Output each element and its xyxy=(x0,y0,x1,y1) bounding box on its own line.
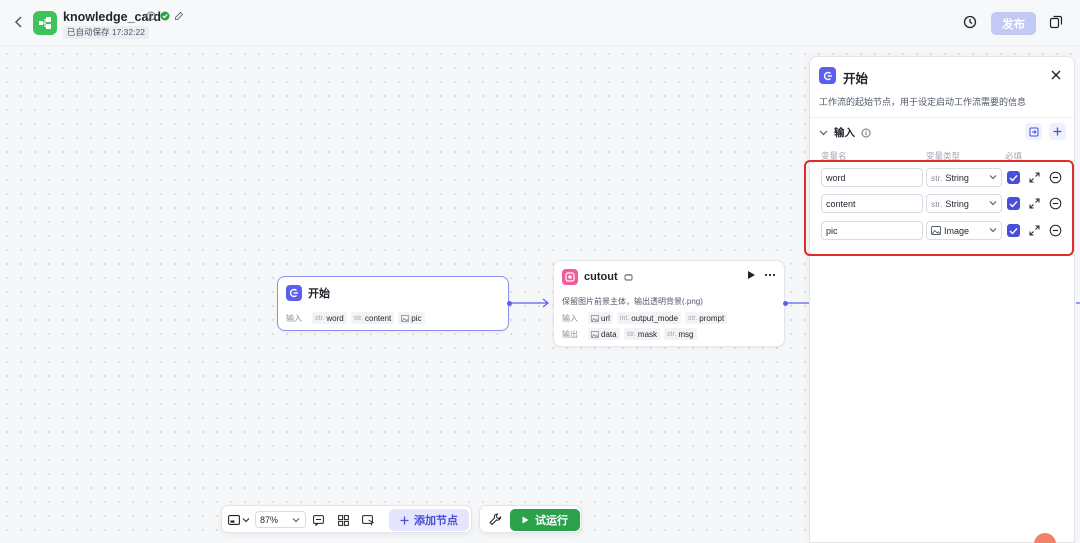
panel-title: 开始 xyxy=(843,72,869,86)
comment-icon[interactable] xyxy=(313,513,324,527)
inputs-section-title: 输入 xyxy=(834,127,855,139)
wrench-icon[interactable] xyxy=(489,513,503,527)
chevron-down-icon xyxy=(989,228,997,233)
variable-type-select[interactable]: Image xyxy=(926,221,1002,240)
start-node[interactable]: 开始 输入 str. word str. content pic xyxy=(277,276,512,331)
start-node-title: 开始 xyxy=(308,288,330,300)
variable-row: str. String xyxy=(810,168,1074,188)
image-type-icon xyxy=(591,314,599,322)
zoom-select[interactable]: 87% xyxy=(255,511,306,528)
variable-row: str. String xyxy=(810,194,1074,214)
expand-icon[interactable] xyxy=(1029,225,1040,236)
type-label: String xyxy=(945,198,969,209)
cutout-node-description: 保留图片前景主体，输出透明背景(.png) xyxy=(562,297,703,306)
history-icon[interactable] xyxy=(963,15,978,30)
plus-icon xyxy=(1053,127,1062,136)
image-type-icon xyxy=(401,314,410,322)
run-node-icon[interactable] xyxy=(747,270,756,280)
add-node-label: 添加节点 xyxy=(414,515,458,527)
chevron-down-icon xyxy=(989,201,997,206)
cutout-node-icon xyxy=(562,269,578,285)
run-toolbar: 试运行 xyxy=(479,505,582,533)
start-input-tag: pic xyxy=(398,312,425,324)
variable-name-input[interactable] xyxy=(821,168,923,187)
import-icon xyxy=(1029,127,1038,136)
test-run-label: 试运行 xyxy=(535,515,568,527)
autosave-status: 已自动保存 17:32:22 xyxy=(63,26,149,39)
panel-divider xyxy=(810,117,1074,118)
start-output-handle[interactable] xyxy=(507,301,512,306)
zoom-value: 87% xyxy=(260,514,279,525)
cutout-outputs-label: 输出 xyxy=(562,329,578,339)
minimap-icon xyxy=(228,515,240,525)
inputs-section-toggle[interactable]: 输入 xyxy=(819,125,871,140)
plus-icon xyxy=(400,516,409,524)
play-icon xyxy=(522,516,529,524)
back-icon[interactable] xyxy=(11,15,25,29)
cutout-inputs-label: 输入 xyxy=(562,313,578,323)
cutout-input-tag: url xyxy=(588,312,613,324)
cutout-output-tag: str. mask xyxy=(623,328,661,340)
copy-icon[interactable] xyxy=(1049,15,1063,29)
start-node-icon xyxy=(819,67,836,84)
minimap-toggle[interactable] xyxy=(228,513,250,527)
required-checkbox[interactable] xyxy=(1007,171,1020,184)
image-type-icon xyxy=(591,330,599,338)
remove-variable-icon[interactable] xyxy=(1049,171,1062,184)
add-node-button[interactable]: 添加节点 xyxy=(389,509,469,531)
image-type-icon xyxy=(931,226,941,235)
start-node-panel: 开始 工作流的起始节点，用于设定启动工作流需要的信息 输入 变量名 变量类型 必… xyxy=(804,56,1075,543)
cutout-input-tag: str. prompt xyxy=(684,312,728,324)
chevron-down-icon xyxy=(989,175,997,180)
variable-name-input[interactable] xyxy=(821,194,923,213)
info-icon[interactable] xyxy=(146,11,156,21)
cutout-node[interactable]: cutout 保留图片前景主体，输出透明背景(.png) 输入 url int.… xyxy=(553,260,788,347)
required-checkbox[interactable] xyxy=(1007,197,1020,210)
remove-variable-icon[interactable] xyxy=(1049,197,1062,210)
variable-type-select[interactable]: str. String xyxy=(926,168,1002,187)
variable-type-select[interactable]: str. String xyxy=(926,194,1002,213)
start-input-tag: str. word xyxy=(312,312,347,324)
expand-icon[interactable] xyxy=(1029,198,1040,209)
variable-row: Image xyxy=(810,221,1074,241)
publish-button[interactable]: 发布 xyxy=(991,12,1036,35)
cutout-output-handle[interactable] xyxy=(783,301,788,306)
check-icon xyxy=(1009,174,1018,182)
start-input-tag: str. content xyxy=(350,312,395,324)
required-checkbox[interactable] xyxy=(1007,224,1020,237)
top-bar: knowledge_card 已自动保存 17:32:22 发布 xyxy=(0,0,1080,46)
plugin-badge-icon xyxy=(624,273,633,280)
chevron-down-icon xyxy=(292,518,300,523)
auto-layout-icon[interactable] xyxy=(338,513,349,527)
add-variable-button[interactable] xyxy=(1049,123,1066,140)
cutout-output-tag: str. msg xyxy=(664,328,697,340)
start-node-icon xyxy=(286,285,302,301)
chevron-down-icon xyxy=(242,518,250,523)
type-label: Image xyxy=(944,225,970,236)
expand-icon[interactable] xyxy=(1029,172,1040,183)
published-check-icon xyxy=(160,11,170,21)
cutout-node-title: cutout xyxy=(584,271,618,283)
panel-description: 工作流的起始节点，用于设定启动工作流需要的信息 xyxy=(819,97,1027,107)
cutout-input-tag: int. output_mode xyxy=(616,312,681,324)
workflow-logo-icon xyxy=(33,11,57,35)
cutout-output-tag: data xyxy=(588,328,620,340)
type-prefix: str. xyxy=(931,198,943,209)
edit-icon[interactable] xyxy=(174,11,184,21)
type-prefix: str. xyxy=(931,172,943,183)
remove-variable-icon[interactable] xyxy=(1049,224,1062,237)
info-icon[interactable] xyxy=(861,128,871,138)
chevron-down-icon xyxy=(819,130,828,135)
pointer-mode-icon[interactable] xyxy=(362,513,374,527)
canvas-toolbar: 87% 添加节点 xyxy=(221,505,472,533)
import-variables-button[interactable] xyxy=(1025,123,1042,140)
check-icon xyxy=(1009,227,1018,235)
type-label: String xyxy=(945,172,969,183)
more-icon[interactable] xyxy=(764,273,776,277)
variable-name-input[interactable] xyxy=(821,221,923,240)
close-icon[interactable] xyxy=(1050,69,1062,81)
check-icon xyxy=(1009,200,1018,208)
start-node-inputs-label: 输入 xyxy=(286,313,302,323)
test-run-button[interactable]: 试运行 xyxy=(510,509,580,531)
